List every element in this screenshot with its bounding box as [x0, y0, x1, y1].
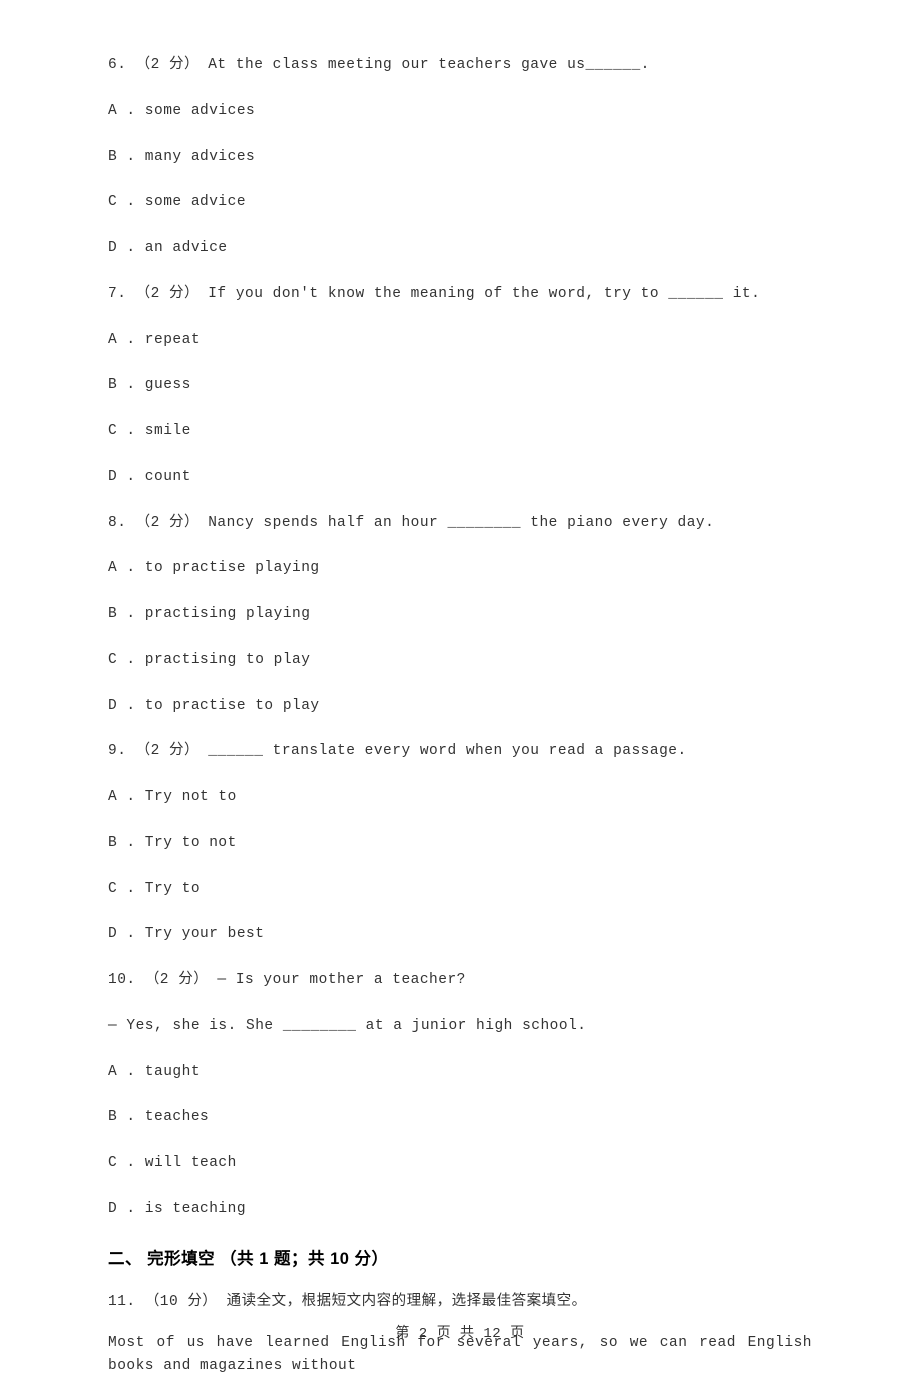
question-points: （2 分）	[136, 743, 199, 759]
question-6-option-b[interactable]: B . many advices	[108, 147, 812, 169]
question-8-option-b[interactable]: B . practising playing	[108, 604, 812, 626]
question-7-option-c[interactable]: C . smile	[108, 421, 812, 443]
question-6-option-d[interactable]: D . an advice	[108, 238, 812, 260]
question-10-option-b[interactable]: B . teaches	[108, 1107, 812, 1129]
question-number: 8.	[108, 515, 126, 531]
question-number: 7.	[108, 286, 126, 302]
question-text: Nancy spends half an hour ________ the p…	[208, 515, 714, 531]
question-9-option-b[interactable]: B . Try to not	[108, 833, 812, 855]
question-9-option-c[interactable]: C . Try to	[108, 879, 812, 901]
question-text: If you don't know the meaning of the wor…	[208, 286, 760, 302]
question-6-stem: 6. （2 分） At the class meeting our teache…	[108, 55, 812, 77]
question-points: （2 分）	[136, 57, 199, 73]
question-9-option-d[interactable]: D . Try your best	[108, 924, 812, 946]
section-2-title: 二、 完形填空 （共 1 题；共 10 分）	[108, 1245, 812, 1269]
question-9-stem: 9. （2 分） ______ translate every word whe…	[108, 741, 812, 763]
question-number: 6.	[108, 57, 126, 73]
question-text: — Is your mother a teacher?	[217, 972, 465, 988]
question-number: 10.	[108, 972, 136, 988]
question-points: （2 分）	[145, 972, 208, 988]
question-6-option-c[interactable]: C . some advice	[108, 192, 812, 214]
question-7-stem: 7. （2 分） If you don't know the meaning o…	[108, 284, 812, 306]
question-10-option-c[interactable]: C . will teach	[108, 1153, 812, 1175]
question-7-option-a[interactable]: A . repeat	[108, 330, 812, 352]
question-8-option-d[interactable]: D . to practise to play	[108, 696, 812, 718]
question-points: （2 分）	[136, 286, 199, 302]
question-points: （2 分）	[136, 515, 199, 531]
question-7-option-d[interactable]: D . count	[108, 467, 812, 489]
question-8-stem: 8. （2 分） Nancy spends half an hour _____…	[108, 513, 812, 535]
question-10-stem-line2: — Yes, she is. She ________ at a junior …	[108, 1016, 812, 1038]
question-number: 9.	[108, 743, 126, 759]
question-6-option-a[interactable]: A . some advices	[108, 101, 812, 123]
question-9-option-a[interactable]: A . Try not to	[108, 787, 812, 809]
question-10-option-d[interactable]: D . is teaching	[108, 1199, 812, 1221]
question-8-option-a[interactable]: A . to practise playing	[108, 558, 812, 580]
question-8-option-c[interactable]: C . practising to play	[108, 650, 812, 672]
question-text: At the class meeting our teachers gave u…	[208, 57, 650, 73]
page-footer: 第 2 页 共 12 页	[0, 1322, 920, 1342]
question-11-stem: 11. （10 分） 通读全文，根据短文内容的理解，选择最佳答案填空。	[108, 1289, 812, 1310]
question-10-stem: 10. （2 分） — Is your mother a teacher?	[108, 970, 812, 992]
question-text: ______ translate every word when you rea…	[208, 743, 686, 759]
question-10-option-a[interactable]: A . taught	[108, 1062, 812, 1084]
question-7-option-b[interactable]: B . guess	[108, 375, 812, 397]
exam-page: 6. （2 分） At the class meeting our teache…	[0, 0, 920, 1378]
